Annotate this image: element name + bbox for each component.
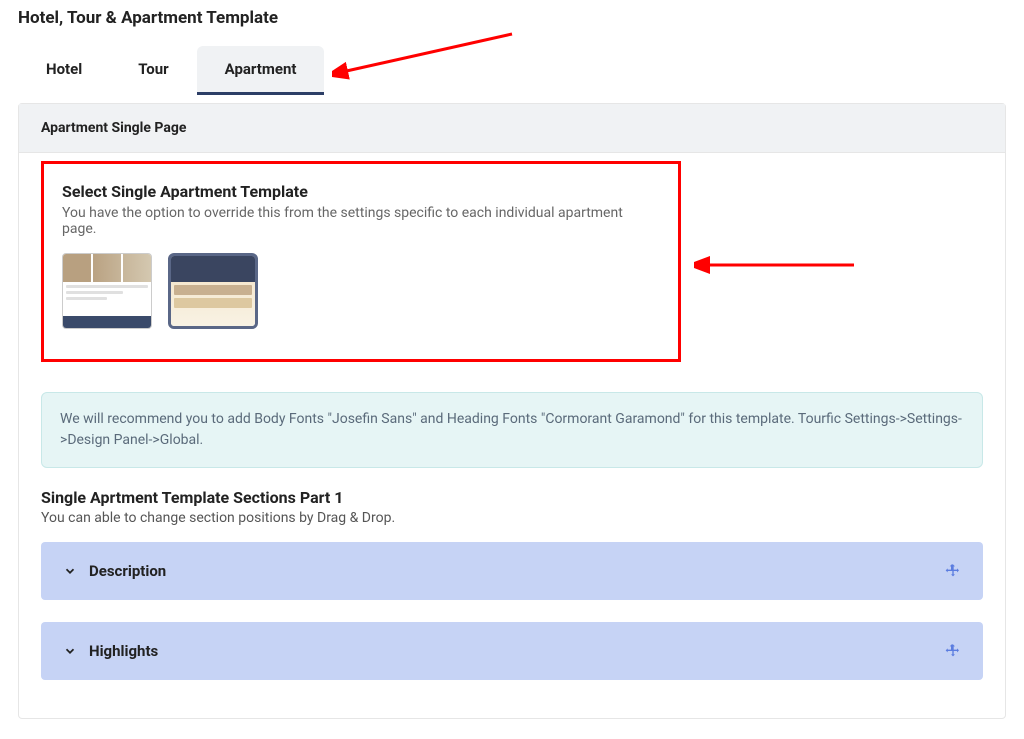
tabs: Hotel Tour Apartment	[18, 46, 1006, 95]
chevron-down-icon	[63, 564, 77, 578]
accordion-description[interactable]: Description	[41, 542, 983, 600]
tab-hotel[interactable]: Hotel	[18, 46, 110, 95]
template-options	[62, 253, 660, 329]
drag-handle-icon[interactable]	[945, 643, 961, 659]
page-title: Hotel, Tour & Apartment Template	[18, 0, 1006, 46]
sections-description: You can able to change section positions…	[41, 510, 983, 526]
template-option-1[interactable]	[62, 253, 152, 329]
panel-header: Apartment Single Page	[19, 104, 1005, 153]
tab-apartment[interactable]: Apartment	[197, 46, 325, 95]
section-title: Select Single Apartment Template	[62, 182, 660, 201]
section-description: You have the option to override this fro…	[62, 205, 660, 237]
tab-tour[interactable]: Tour	[110, 46, 196, 95]
panel: Apartment Single Page Select Single Apar…	[18, 103, 1006, 719]
drag-handle-icon[interactable]	[945, 563, 961, 579]
sections-title: Single Aprtment Template Sections Part 1	[41, 488, 983, 507]
template-option-2[interactable]	[168, 253, 258, 329]
accordion-label: Description	[89, 562, 945, 580]
info-note: We will recommend you to add Body Fonts …	[41, 392, 983, 468]
sections-block: Single Aprtment Template Sections Part 1…	[19, 488, 1005, 718]
accordion-label: Highlights	[89, 642, 945, 660]
chevron-down-icon	[63, 644, 77, 658]
accordion-highlights[interactable]: Highlights	[41, 622, 983, 680]
template-selection-box: Select Single Apartment Template You hav…	[41, 161, 681, 362]
